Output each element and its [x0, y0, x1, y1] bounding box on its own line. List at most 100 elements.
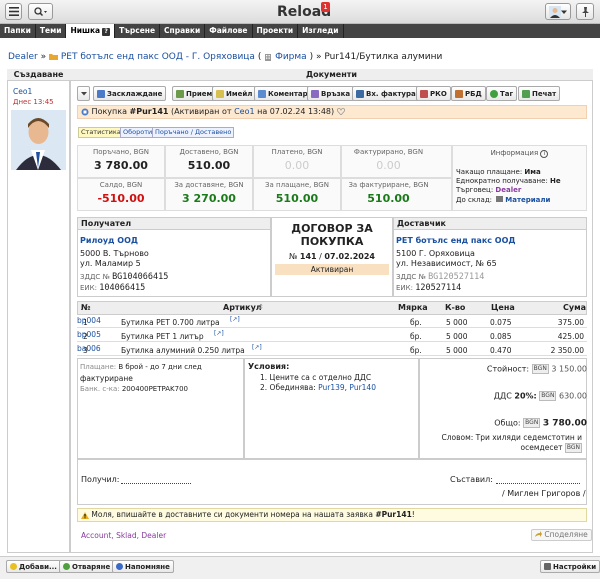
share-button[interactable]: Споделяне — [531, 529, 592, 541]
supplier-name[interactable]: PET ботълс енд пакс ООД — [396, 236, 516, 245]
sort-icon[interactable]: ↕ — [258, 303, 264, 311]
open-button[interactable]: Отваряне — [59, 560, 115, 573]
notification-badge[interactable]: 1 — [321, 2, 330, 12]
onetime-label: Еднократно получаване: — [456, 177, 548, 185]
stat-ordered-label: Поръчано, BGN — [92, 148, 149, 156]
row-qty: 5 000 — [446, 318, 468, 327]
merged-link-pur140[interactable]: Pur140 — [349, 383, 376, 392]
tag-icon — [490, 89, 498, 98]
link-button[interactable]: Връзка — [307, 86, 355, 101]
dealer-label: Търговец: — [456, 186, 494, 194]
rko-button[interactable]: РКО — [416, 86, 451, 101]
store-link[interactable]: Материали — [505, 196, 550, 204]
incoming-invoice-button[interactable]: Вх. фактура — [352, 86, 420, 101]
inventory-button[interactable]: Засклаждане — [93, 86, 167, 101]
menu-reports[interactable]: Справки — [160, 24, 206, 38]
external-link-icon[interactable]: [↗] — [252, 344, 262, 351]
store-icon — [496, 196, 504, 202]
contract-sep: / — [319, 252, 322, 261]
rbd-button[interactable]: РБД — [451, 86, 486, 101]
tab-statistics[interactable]: Статистика — [78, 127, 124, 138]
tab-ordered-delivered[interactable]: Поръчано / Доставено — [152, 127, 235, 138]
breadcrumb-company[interactable]: PET ботълс енд пакс ООД - Г. Оряховица — [61, 52, 255, 62]
pin-icon — [581, 6, 589, 17]
document-id: #Pur141 — [129, 107, 169, 116]
remind-label: Напомняне — [125, 562, 170, 571]
settings-button[interactable]: Настройки — [540, 560, 600, 573]
menu-folders[interactable]: Папки — [0, 24, 36, 38]
activated-by-link[interactable]: Ceo1 — [234, 107, 255, 116]
menu-thread[interactable]: Нишка? — [66, 24, 116, 38]
stat-paid: Платено, BGN 0.00 — [253, 145, 341, 178]
contract-state: Активиран — [275, 264, 389, 275]
breadcrumb-current: Pur141/Бутилка алумини — [324, 52, 443, 62]
recipient-city: 5000 В. Търново — [80, 249, 149, 258]
pending-label: Чакащо плащане: — [456, 168, 523, 176]
breadcrumb-dealer[interactable]: Dealer — [8, 52, 38, 62]
stat-to-invoice: За фактуриране, BGN 510.00 — [341, 178, 452, 211]
tab-turnover[interactable]: Обороти — [120, 127, 156, 138]
menu-topics[interactable]: Теми — [36, 24, 67, 38]
bank-icon — [455, 89, 463, 98]
heart-icon[interactable] — [336, 108, 345, 116]
pin-button[interactable] — [576, 3, 594, 20]
external-link-icon[interactable]: [↗] — [214, 330, 224, 337]
breadcrumb-firm[interactable]: Фирма — [275, 52, 307, 62]
footer-link-sklad[interactable]: Sklad — [116, 531, 137, 540]
hamburger-icon — [8, 7, 19, 16]
menu-search[interactable]: Търсене — [115, 24, 161, 38]
recipient-name[interactable]: Рилоуд ООД — [80, 236, 138, 245]
activated-text: (Активиран от — [171, 107, 232, 116]
print-button[interactable]: Печат — [518, 86, 561, 101]
bank-account: 200400PETPAK700 — [121, 385, 188, 393]
stat-to-invoice-value: 510.00 — [367, 192, 410, 205]
external-link-icon[interactable]: [↗] — [230, 316, 240, 323]
info-icon[interactable]: i — [540, 150, 549, 158]
avatar — [11, 110, 66, 170]
toolbar-menu-button[interactable] — [77, 86, 90, 101]
add-button[interactable]: Добави... — [6, 560, 61, 573]
merged-link-pur139[interactable]: Pur139 — [318, 383, 345, 392]
user-menu-button[interactable] — [545, 3, 571, 20]
menu-button[interactable] — [5, 3, 22, 20]
breadcrumb-sep: » — [315, 52, 322, 62]
col-qty: К-во — [445, 303, 466, 312]
row-sum: 375.00 — [557, 318, 584, 327]
stat-delivered-label: Доставено, BGN — [179, 148, 239, 156]
footer-link-account[interactable]: Account — [81, 531, 111, 540]
col-article[interactable]: Артикул — [223, 303, 262, 312]
search-button[interactable] — [28, 3, 53, 20]
row-article: Бутилка PET 1 литър — [121, 332, 204, 341]
menu-files[interactable]: Файлове — [205, 24, 253, 38]
comment-button[interactable]: Коментар — [254, 86, 312, 101]
recipient-vat-label: ЗДДС № — [80, 273, 110, 281]
warning-icon — [81, 511, 89, 519]
remind-button[interactable]: Напомняне — [112, 560, 174, 573]
author-line — [496, 483, 580, 484]
dealer-link[interactable]: Dealer — [495, 186, 521, 194]
creator-link[interactable]: Ceo1 — [13, 87, 32, 96]
row-code-link[interactable]: ba006 — [77, 344, 101, 353]
row-code-link[interactable]: bp004 — [77, 316, 101, 325]
email-button[interactable]: Имейл — [212, 86, 257, 101]
menu-projects[interactable]: Проекти — [253, 24, 299, 38]
receive-icon — [176, 89, 184, 98]
note-bar: Моля, впишайте в доставните си документи… — [77, 508, 587, 522]
vat-amount: 630.00 — [559, 391, 587, 401]
supplier-eik: 120527114 — [415, 283, 462, 293]
condition-1: 1. Цените са с отделно ДДС — [260, 373, 372, 382]
row-price: 0.075 — [490, 318, 512, 327]
help-icon[interactable]: ? — [102, 28, 111, 36]
row-unit: бр. — [410, 332, 422, 341]
tag-button[interactable]: Таг — [486, 86, 518, 101]
supplier-eik-label: ЕИК: — [396, 284, 413, 292]
total-label: Общо: — [494, 418, 521, 428]
vat-rate: 20%: — [514, 391, 537, 401]
stat-ordered: Поръчано, BGN 3 780.00 — [77, 145, 165, 178]
invoice-icon — [356, 89, 364, 98]
menu-views[interactable]: Изгледи — [298, 24, 344, 38]
stat-balance-label: Салдо, BGN — [99, 181, 143, 189]
footer-link-dealer[interactable]: Dealer — [141, 531, 166, 540]
row-code-link[interactable]: bp005 — [77, 330, 101, 339]
col-sum: Сума — [563, 303, 587, 312]
